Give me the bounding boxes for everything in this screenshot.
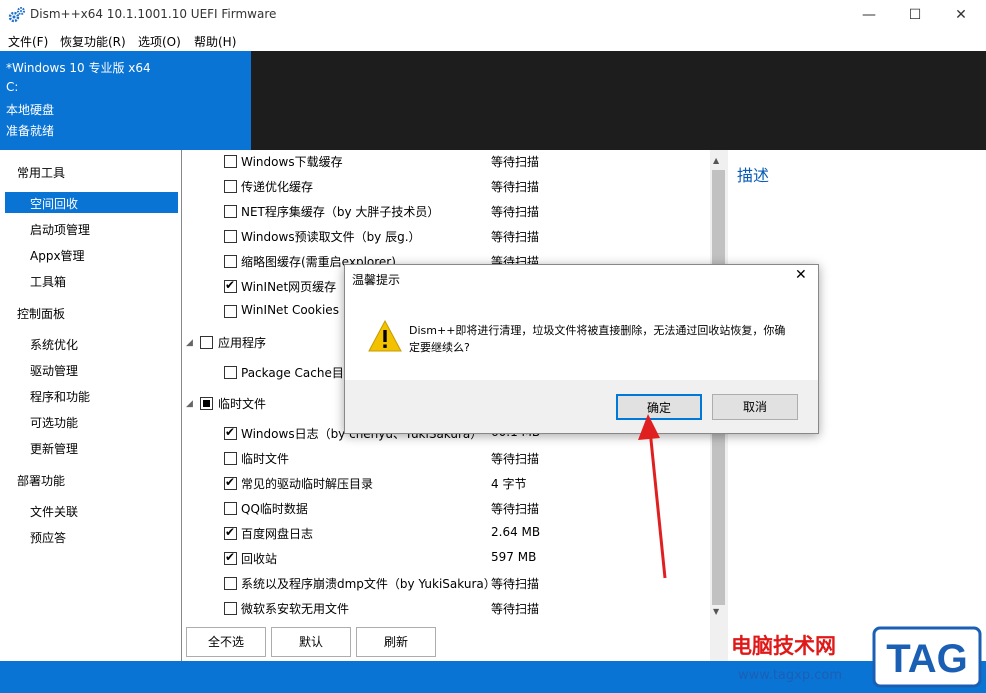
item-status: 等待扫描 xyxy=(491,230,540,244)
checkbox-driver-temp[interactable] xyxy=(224,475,237,490)
item-label: QQ临时数据 xyxy=(241,502,308,516)
sidebar-item-programs[interactable]: 程序和功能 xyxy=(30,388,90,405)
checkbox-package-cache[interactable] xyxy=(224,366,237,379)
item-status: 等待扫描 xyxy=(491,602,540,616)
menu-file[interactable]: 文件(F) xyxy=(8,33,48,50)
sidebar-item-optimize[interactable]: 系统优化 xyxy=(30,336,78,353)
default-button[interactable]: 默认 xyxy=(271,627,351,657)
red-arrow-annotation xyxy=(638,414,667,579)
checkbox-thumbnail-cache[interactable] xyxy=(224,255,237,268)
minimize-button[interactable]: — xyxy=(846,0,892,30)
close-button[interactable]: ✕ xyxy=(938,0,984,30)
menu-options[interactable]: 选项(O) xyxy=(138,33,181,50)
item-status: 等待扫描 xyxy=(491,577,540,591)
item-label: Windows预读取文件（by 辰g.） xyxy=(241,230,421,244)
item-status: 等待扫描 xyxy=(491,180,540,194)
checkbox-wininet-cache[interactable] xyxy=(224,278,237,293)
os-name: *Windows 10 专业版 x64 xyxy=(6,61,151,75)
sidebar-item-unattend[interactable]: 预应答 xyxy=(30,529,66,546)
item-status: 等待扫描 xyxy=(491,502,540,516)
sidebar-item-features[interactable]: 可选功能 xyxy=(30,414,78,431)
item-label: 回收站 xyxy=(241,552,278,566)
sidebar-group-common-tools: 常用工具 xyxy=(17,166,66,180)
item-label: 系统以及程序崩溃dmp文件（by YukiSakura） xyxy=(241,577,496,591)
item-label: 百度网盘日志 xyxy=(241,527,314,541)
checkbox-windows-logs[interactable] xyxy=(224,425,237,440)
cancel-button[interactable]: 取消 xyxy=(712,394,798,420)
sidebar-item-startup[interactable]: 启动项管理 xyxy=(30,221,90,238)
sidebar-group-deploy: 部署功能 xyxy=(17,474,66,488)
checkbox-group-apps[interactable] xyxy=(200,336,213,349)
item-status: 等待扫描 xyxy=(491,452,540,466)
item-status: 等待扫描 xyxy=(491,155,540,169)
checkbox-group-temp[interactable] xyxy=(200,397,213,410)
item-status: 等待扫描 xyxy=(491,205,540,219)
dialog-close-icon[interactable]: ✕ xyxy=(795,267,807,283)
checkbox-qq-temp[interactable] xyxy=(224,502,237,515)
menu-help[interactable]: 帮助(H) xyxy=(194,33,236,50)
svg-text:TAG: TAG xyxy=(886,637,967,681)
checkbox-delivery-optimization[interactable] xyxy=(224,180,237,193)
sidebar-item-updates[interactable]: 更新管理 xyxy=(30,440,78,457)
sidebar-item-space-cleanup[interactable]: 空间回收 xyxy=(30,195,78,212)
item-label: WinINet Cookies xyxy=(241,303,339,317)
watermark-text: 电脑技术网 xyxy=(731,634,836,658)
sidebar-item-file-assoc[interactable]: 文件关联 xyxy=(30,503,78,520)
system-selector[interactable]: *Windows 10 专业版 x64 C: 本地硬盘 准备就绪 xyxy=(0,51,251,150)
sidebar-group-control-panel: 控制面板 xyxy=(17,307,66,321)
status-text: 准备就绪 xyxy=(6,124,55,138)
scroll-up-icon[interactable]: ▲ xyxy=(713,156,719,165)
warning-icon xyxy=(368,320,402,352)
dialog-title: 温馨提示 xyxy=(352,273,401,287)
window-title: Dism++x64 10.1.1001.10 UEFI Firmware xyxy=(30,7,277,21)
scroll-down-icon[interactable]: ▼ xyxy=(713,607,719,616)
dialog-message-line2: 定要继续么? xyxy=(409,341,470,354)
checkbox-windows-download-cache[interactable] xyxy=(224,155,237,168)
gear-app-icon xyxy=(8,7,25,23)
sidebar-item-drivers[interactable]: 驱动管理 xyxy=(30,362,78,379)
sidebar-item-toolbox[interactable]: 工具箱 xyxy=(30,273,66,290)
disk-type: 本地硬盘 xyxy=(6,103,55,117)
item-status: 597 MB xyxy=(491,550,537,564)
header-panel xyxy=(251,51,986,150)
checkbox-prefetch[interactable] xyxy=(224,230,237,243)
sidebar xyxy=(0,150,182,661)
item-label: 传递优化缓存 xyxy=(241,180,314,194)
item-label: NET程序集缓存（by 大胖子技术员） xyxy=(241,205,440,219)
item-status: 2.64 MB xyxy=(491,525,541,539)
checkbox-crash-dumps[interactable] xyxy=(224,577,237,590)
checkbox-net-assembly-cache[interactable] xyxy=(224,205,237,218)
checkbox-ms-av-junk[interactable] xyxy=(224,602,237,615)
tag-logo-icon: TAG xyxy=(872,626,982,688)
item-label: 临时文件 xyxy=(241,452,290,466)
dialog-message-line1: Dism++即将进行清理，垃圾文件将被直接删除，无法通过回收站恢复，你确 xyxy=(409,324,786,337)
drive-letter: C: xyxy=(6,80,19,94)
group-label-apps: 应用程序 xyxy=(218,336,267,350)
menu-restore[interactable]: 恢复功能(R) xyxy=(60,33,126,50)
select-none-button[interactable]: 全不选 xyxy=(186,627,266,657)
checkbox-baidu-logs[interactable] xyxy=(224,525,237,540)
item-label: 常见的驱动临时解压目录 xyxy=(241,477,374,491)
item-label: Package Cache目录 xyxy=(241,366,356,380)
collapse-triangle-icon[interactable]: ◢ xyxy=(186,338,193,348)
description-title: 描述 xyxy=(737,166,770,185)
collapse-triangle-icon[interactable]: ◢ xyxy=(186,399,193,409)
refresh-button[interactable]: 刷新 xyxy=(356,627,436,657)
sidebar-item-appx[interactable]: Appx管理 xyxy=(30,247,85,264)
checkbox-recycle-bin[interactable] xyxy=(224,550,237,565)
item-label: WinINet网页缓存 xyxy=(241,280,337,294)
item-status: 4 字节 xyxy=(491,477,527,491)
item-label: Windows下载缓存 xyxy=(241,155,343,169)
group-label-temp: 临时文件 xyxy=(218,397,267,411)
checkbox-temp-files[interactable] xyxy=(224,452,237,465)
item-label: 微软系安软无用文件 xyxy=(241,602,350,616)
checkbox-wininet-cookies[interactable] xyxy=(224,305,237,318)
watermark-url: www.tagxp.com xyxy=(738,668,842,683)
maximize-button[interactable]: ☐ xyxy=(892,0,938,30)
